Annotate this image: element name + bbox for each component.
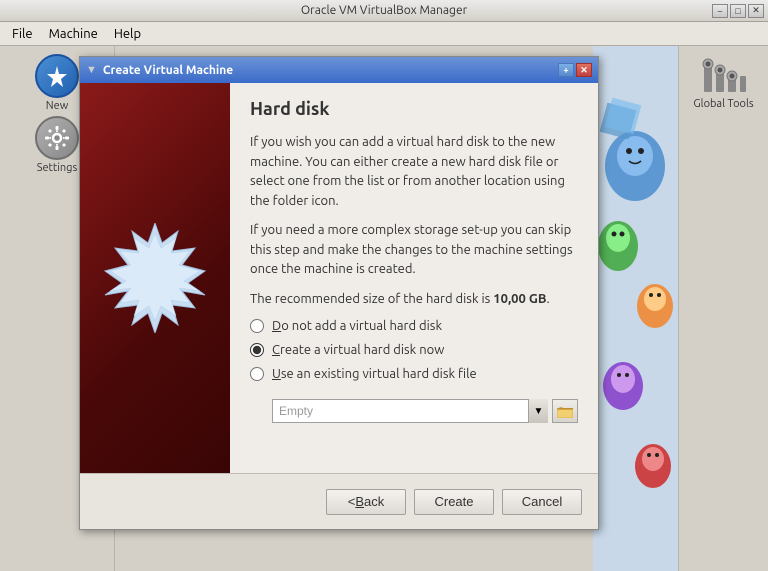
radio-option-1[interactable]: Do not add a virtual hard disk [250,319,578,333]
dialog-title-bar: ▼ Create Virtual Machine + ✕ [80,57,598,83]
minimize-button[interactable]: – [712,4,728,18]
dialog-para3: The recommended size of the hard disk is… [250,290,578,310]
global-tools-panel: Global Tools [678,46,768,571]
create-button[interactable]: Create [414,489,494,515]
dialog-content: Hard disk If you wish you can add a virt… [80,83,598,473]
file-picker-wrapper: Empty ▼ [272,399,548,423]
dialog-title: Create Virtual Machine [103,64,233,77]
dialog-para2: If you need a more complex storage set-u… [250,221,578,280]
para3-prefix: The recommended size of the hard disk is [250,292,493,306]
menu-file[interactable]: File [4,25,41,43]
folder-icon [557,404,573,418]
restore-button[interactable]: □ [730,4,746,18]
radio-no-disk[interactable] [250,319,264,333]
create-vm-dialog: ▼ Create Virtual Machine + ✕ [79,56,599,530]
para3-suffix: . [547,292,550,306]
radio-label-1: Do not add a virtual hard disk [272,319,442,333]
para3-size: 10,00 GB [493,292,546,306]
dialog-footer: < Back Create Cancel [80,473,598,529]
file-picker-select[interactable]: Empty [272,399,548,423]
main-area: New [0,46,768,571]
global-tools-icon[interactable] [699,54,749,98]
global-tools-icon-svg [700,56,748,96]
cancel-button[interactable]: Cancel [502,489,582,515]
hard-disk-star-icon [100,223,210,333]
dialog-right-content: Hard disk If you wish you can add a virt… [230,83,598,473]
file-browse-button[interactable] [552,399,578,423]
dialog-para1: If you wish you can add a virtual hard d… [250,133,578,211]
modal-overlay: ▼ Create Virtual Machine + ✕ [0,46,678,571]
menu-bar: File Machine Help [0,22,768,46]
dialog-close-button[interactable]: ✕ [576,63,592,77]
app-title: Oracle VM VirtualBox Manager [301,4,467,17]
back-button[interactable]: < Back [326,489,406,515]
dialog-add-button[interactable]: + [558,63,574,77]
window-controls: – □ ✕ [712,4,764,18]
dialog-image [80,83,230,473]
title-bar: Oracle VM VirtualBox Manager – □ ✕ [0,0,768,22]
dialog-window-controls: + ✕ [558,63,592,77]
radio-label-3: Use an existing virtual hard disk file [272,367,477,381]
file-picker-row: Empty ▼ [272,399,578,423]
menu-help[interactable]: Help [106,25,149,43]
radio-label-2: Create a virtual hard disk now [272,343,444,357]
menu-machine[interactable]: Machine [41,25,106,43]
radio-group: Do not add a virtual hard disk Create a … [250,319,578,423]
radio-existing-disk[interactable] [250,367,264,381]
close-button[interactable]: ✕ [748,4,764,18]
global-tools-label: Global Tools [693,98,753,110]
radio-create-disk[interactable] [250,343,264,357]
radio-option-3[interactable]: Use an existing virtual hard disk file [250,367,578,381]
combo-dropdown-arrow[interactable]: ▼ [528,399,548,423]
radio-option-2[interactable]: Create a virtual hard disk now [250,343,578,357]
dialog-heading: Hard disk [250,99,578,119]
dialog-expand-arrow[interactable]: ▼ [86,64,97,76]
